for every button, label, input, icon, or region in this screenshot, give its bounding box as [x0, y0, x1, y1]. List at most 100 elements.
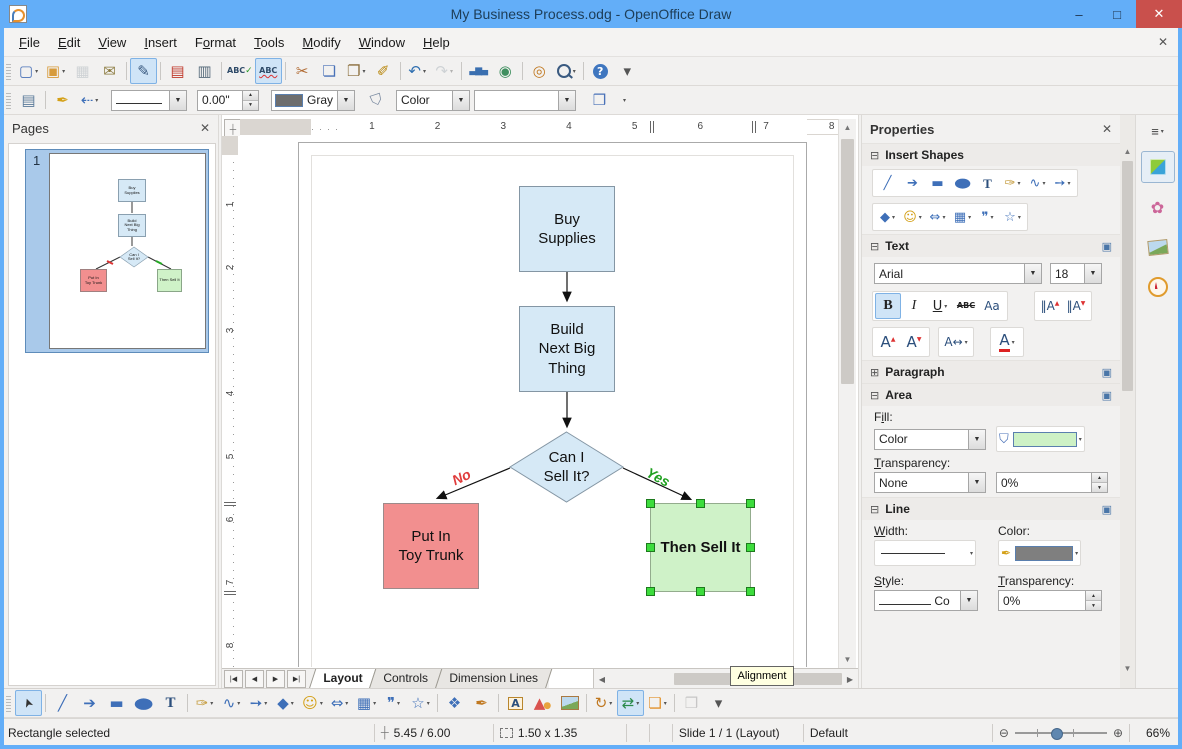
line-tool[interactable]: ╱	[49, 690, 76, 716]
collapse-icon[interactable]: ⊟	[870, 149, 879, 162]
scrollbar-thumb[interactable]	[1122, 161, 1133, 391]
font-name-select[interactable]: Arial ▼	[874, 263, 1042, 284]
menu-file[interactable]: File	[10, 31, 49, 54]
scroll-up-icon[interactable]: ▲	[839, 119, 856, 136]
scroll-down-icon[interactable]: ▼	[839, 651, 856, 668]
properties-close-icon[interactable]: ✕	[1102, 122, 1112, 136]
vertical-scrollbar[interactable]: ▲ ▼	[838, 119, 856, 668]
increase-font-button[interactable]: A	[875, 329, 901, 355]
block-arrows-tool[interactable]: ⇔ ▾	[326, 690, 353, 716]
menu-format[interactable]: Format	[186, 31, 245, 54]
freeform-line-tool[interactable]: ✑ ▾	[1000, 171, 1025, 195]
selection-handle[interactable]	[696, 499, 705, 508]
arrange-button[interactable]: ❏ ▾	[644, 690, 671, 716]
next-page-button[interactable]: ▶	[266, 670, 285, 688]
star-shapes-tool[interactable]: ☆ ▾	[1000, 205, 1025, 229]
zoom-percentage[interactable]: 66%	[1129, 723, 1176, 742]
navigator-button[interactable]: ◎	[526, 58, 553, 84]
shadow-button[interactable]: ❒	[586, 87, 613, 113]
cut-button[interactable]: ✂	[289, 58, 316, 84]
sidebar-tab-images[interactable]	[1141, 231, 1175, 263]
arrow-style-button[interactable]: ⇠ ▾	[76, 87, 103, 113]
flowchart-node-buy-supplies[interactable]: Buy Supplies	[519, 186, 615, 272]
sidebar-menu-button[interactable]: ≡ ▾	[1141, 119, 1175, 143]
last-page-button[interactable]: ▶|	[287, 670, 306, 688]
horizontal-scrollbar[interactable]: ◀ ▶	[594, 669, 858, 689]
flowchart-node-then-sell-it[interactable]: Then Sell It	[650, 503, 751, 592]
export-pdf-button[interactable]: ▤	[164, 58, 191, 84]
flowchart-shapes-tool[interactable]: ▦ ▾	[950, 205, 975, 229]
scrollbar-thumb[interactable]	[841, 139, 854, 384]
symbol-shapes-tool[interactable]: ☺ ▾	[900, 205, 925, 229]
toolbar-overflow-icon[interactable]: ▾	[623, 97, 626, 104]
sidebar-tab-navigator[interactable]	[1141, 271, 1175, 303]
line-color-dropdown[interactable]: ✒ ▾	[998, 540, 1082, 566]
fill-style-select[interactable]: Color ▼	[874, 428, 986, 450]
insert-text-tool[interactable]: T	[975, 171, 1000, 195]
paste-button[interactable]: ❐ ▾	[343, 58, 370, 84]
minimize-button[interactable]: –	[1060, 0, 1098, 28]
spin-down-icon[interactable]: ▼	[1086, 601, 1101, 610]
properties-scrollbar[interactable]: ▲ ▼	[1120, 115, 1135, 688]
strikethrough-button[interactable]: ABC	[953, 293, 979, 319]
fill-color-dropdown[interactable]: ⛉ ▾	[996, 426, 1085, 452]
font-size-select[interactable]: 18 ▼	[1050, 263, 1102, 284]
transparency-type-select[interactable]: None ▼	[874, 472, 986, 493]
selection-handle[interactable]	[746, 499, 755, 508]
selection-handle[interactable]	[646, 499, 655, 508]
flowchart-node-can-i-sell-it[interactable]: Can I Sell It?	[510, 432, 623, 502]
page-thumbnail[interactable]: 1 Buy Supplies Build Next Big Thing Can …	[25, 149, 209, 353]
selection-handle[interactable]	[646, 543, 655, 552]
toolbar-overflow-button[interactable]: ▾	[705, 690, 732, 716]
area-dialog-button[interactable]: ⛉	[363, 87, 390, 113]
insert-ellipse-tool[interactable]: ●	[950, 171, 975, 195]
first-page-button[interactable]: |◀	[224, 670, 243, 688]
gallery-button[interactable]	[556, 690, 583, 716]
spellcheck-button[interactable]: ABC	[225, 58, 255, 84]
toolbar-grip[interactable]	[6, 91, 11, 109]
callout-shapes-tool[interactable]: ❞ ▾	[380, 690, 407, 716]
selection-handle[interactable]	[646, 587, 655, 596]
transparency-spinner[interactable]: 0% ▲ ▼	[996, 472, 1108, 493]
expand-icon[interactable]: ⊞	[870, 366, 879, 379]
italic-button[interactable]: I	[901, 293, 927, 319]
select-tool[interactable]: ➤	[15, 690, 42, 716]
sidebar-tab-properties[interactable]	[1140, 151, 1175, 183]
toolbar-overflow-button[interactable]: ▾	[614, 58, 641, 84]
alignment-button[interactable]: ⇄ ▾	[617, 690, 644, 716]
connector-tool[interactable]: ∿ ▾	[1025, 171, 1050, 195]
font-color-button[interactable]: A ▾	[993, 329, 1021, 355]
scroll-left-icon[interactable]: ◀	[594, 671, 610, 687]
scroll-up-icon[interactable]: ▲	[1120, 143, 1135, 160]
flowchart-node-build-next-big-thing[interactable]: Build Next Big Thing	[519, 306, 615, 392]
sidebar-tab-gallery[interactable]: ✿	[1141, 191, 1175, 223]
dialog-launcher-icon[interactable]: ▣	[1102, 389, 1112, 402]
fill-color-select[interactable]: ▼	[474, 89, 576, 111]
line-color-select[interactable]: Gray 6 ▼	[271, 89, 355, 111]
line-transparency-spinner[interactable]: 0% ▲ ▼	[998, 590, 1102, 611]
previous-page-button[interactable]: ◀	[245, 670, 264, 688]
new-document-button[interactable]: ▢ ▾	[15, 58, 42, 84]
zoom-out-icon[interactable]: ⊖	[999, 726, 1009, 740]
menu-edit[interactable]: Edit	[49, 31, 89, 54]
dialog-launcher-icon[interactable]: ▣	[1102, 366, 1112, 379]
menu-window[interactable]: Window	[350, 31, 414, 54]
rotate-button[interactable]: ↻ ▾	[590, 690, 617, 716]
spin-down-icon[interactable]: ▼	[1092, 483, 1107, 492]
hyperlink-button[interactable]: ◉	[492, 58, 519, 84]
zoom-slider[interactable]	[1014, 727, 1107, 740]
extrusion-button[interactable]: ❒	[678, 690, 705, 716]
line-style-select[interactable]: ▼	[111, 89, 187, 111]
collapse-icon[interactable]: ⊟	[870, 240, 879, 253]
character-spacing-button[interactable]: A↔ ▾	[941, 329, 971, 355]
copy-button[interactable]: ❏	[316, 58, 343, 84]
freeform-line-tool[interactable]: ✑ ▾	[191, 690, 218, 716]
from-file-button[interactable]: ▲	[529, 690, 556, 716]
chart-button[interactable]: ▃▆▄	[465, 58, 492, 84]
spin-up-icon[interactable]: ▲	[243, 90, 258, 101]
selection-handle[interactable]	[746, 587, 755, 596]
increase-spacing-button[interactable]: ‖A	[1037, 293, 1063, 319]
decrease-spacing-button[interactable]: ‖A	[1063, 293, 1089, 319]
rectangle-tool[interactable]: ▬	[103, 690, 130, 716]
tab-controls[interactable]: Controls	[369, 669, 443, 689]
